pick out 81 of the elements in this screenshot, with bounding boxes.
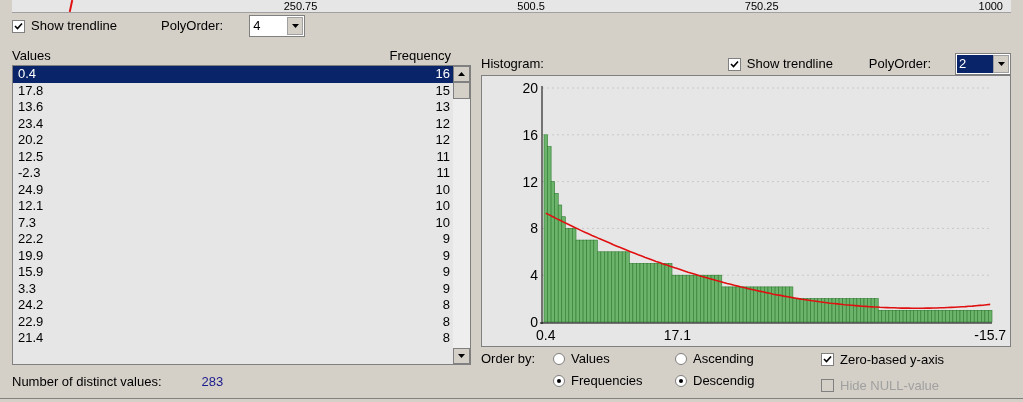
radio-label: Values <box>571 350 610 369</box>
list-row[interactable]: 20.2 12 <box>13 132 453 149</box>
value-cell: 21.4 <box>18 330 44 347</box>
list-row[interactable]: 7.3 10 <box>13 214 453 231</box>
frequency-cell: 11 <box>436 165 450 182</box>
frequency-cell: 13 <box>435 99 450 116</box>
value-cell: 23.4 <box>18 115 44 132</box>
column-header: Values <box>12 46 51 65</box>
y-tick-label: 0 <box>530 314 538 330</box>
frequency-cell: 9 <box>442 280 450 297</box>
value-cell: -2.3 <box>18 165 41 182</box>
list-row[interactable]: 24.2 8 <box>13 297 453 314</box>
y-tick-label: 4 <box>530 267 538 284</box>
axis-label: 1000 <box>978 0 1003 12</box>
list-row[interactable]: 24.9 10 <box>13 181 453 198</box>
axis-label: 500.5 <box>517 0 545 12</box>
list-row[interactable]: 22.2 9 <box>13 231 453 248</box>
frequency-cell: 8 <box>442 330 450 347</box>
x-tick-label: -15.7 <box>974 327 1007 343</box>
distinct-values-label: Number of distinct values: <box>12 373 162 391</box>
frequency-cell: 10 <box>435 198 450 215</box>
value-cell: 12.5 <box>18 148 44 165</box>
poly-order-label: PolyOrder: <box>161 17 224 36</box>
distinct-values-count: 283 <box>201 373 224 391</box>
list-row[interactable]: 0.4 16 <box>13 66 453 83</box>
order-by-label: Order by: <box>481 350 537 368</box>
column-header: Frequency <box>389 46 451 65</box>
histogram-title: Histogram: <box>481 55 544 74</box>
value-cell: 24.9 <box>18 181 44 198</box>
y-tick-label: 20 <box>522 80 538 96</box>
frequency-cell: 9 <box>442 231 450 248</box>
axis-label: 250.75 <box>283 0 318 12</box>
y-tick-label: 16 <box>522 126 538 143</box>
frequency-cell: 9 <box>442 264 450 281</box>
frequency-cell: 10 <box>435 181 450 198</box>
value-cell: 15.9 <box>18 264 44 281</box>
value-cell: 13.6 <box>18 99 44 116</box>
list-row[interactable]: 3.3 9 <box>13 280 453 297</box>
frequency-cell: 12 <box>435 115 450 132</box>
x-tick-label: 17.1 <box>663 327 691 343</box>
frequency-cell: 16 <box>435 66 450 83</box>
list-row[interactable]: 19.9 9 <box>13 247 453 264</box>
list-row[interactable]: 21.4 8 <box>13 330 453 347</box>
poly-order-dropdown[interactable]: 2 <box>955 53 1011 75</box>
y-tick-label: 12 <box>522 173 538 190</box>
frequency-cell: 11 <box>436 148 450 165</box>
frequency-cell: 9 <box>442 247 450 264</box>
frequency-cell: 8 <box>442 297 450 314</box>
radio-label: Frequencies <box>571 372 643 391</box>
list-row[interactable]: 23.4 12 <box>13 115 453 132</box>
list-row[interactable]: 17.8 15 <box>13 82 453 99</box>
frequency-cell: 10 <box>435 214 450 231</box>
list-row[interactable]: 12.1 10 <box>13 198 453 215</box>
frequency-cell: 15 <box>435 82 450 99</box>
radio-label: Descendig <box>693 372 755 391</box>
value-cell: 12.1 <box>18 198 44 215</box>
value-cell: 7.3 <box>18 214 37 231</box>
x-tick-label: 0.4 <box>536 327 556 343</box>
value-cell: 17.8 <box>18 82 44 99</box>
checkbox-label: Zero-based y-axis <box>840 351 945 369</box>
value-cell: 20.2 <box>18 132 44 149</box>
list-row[interactable]: 12.5 11 <box>13 148 453 165</box>
radio-label: Ascending <box>693 350 754 369</box>
value-cell: 24.2 <box>18 297 44 314</box>
poly-order-dropdown[interactable]: 4 <box>249 15 306 37</box>
axis-label: 750.25 <box>744 0 779 12</box>
value-cell: 22.2 <box>18 231 44 248</box>
checkbox-label: Show trendline <box>746 55 833 74</box>
list-row[interactable]: 13.6 13 <box>13 99 453 116</box>
value-cell: 0.4 <box>18 66 37 83</box>
frequency-cell: 12 <box>435 132 450 149</box>
frequency-cell: 8 <box>442 313 450 330</box>
value-cell: 22.9 <box>18 313 44 330</box>
value-cell: 3.3 <box>18 280 37 297</box>
checkbox-label: Show trendline <box>31 17 117 36</box>
list-row[interactable]: 22.9 8 <box>13 313 453 330</box>
poly-order-label: PolyOrder: <box>868 55 931 74</box>
list-row[interactable]: -2.3 11 <box>13 165 453 182</box>
y-tick-label: 8 <box>530 220 538 237</box>
value-cell: 19.9 <box>18 247 44 264</box>
list-row[interactable]: 15.9 9 <box>13 264 453 281</box>
